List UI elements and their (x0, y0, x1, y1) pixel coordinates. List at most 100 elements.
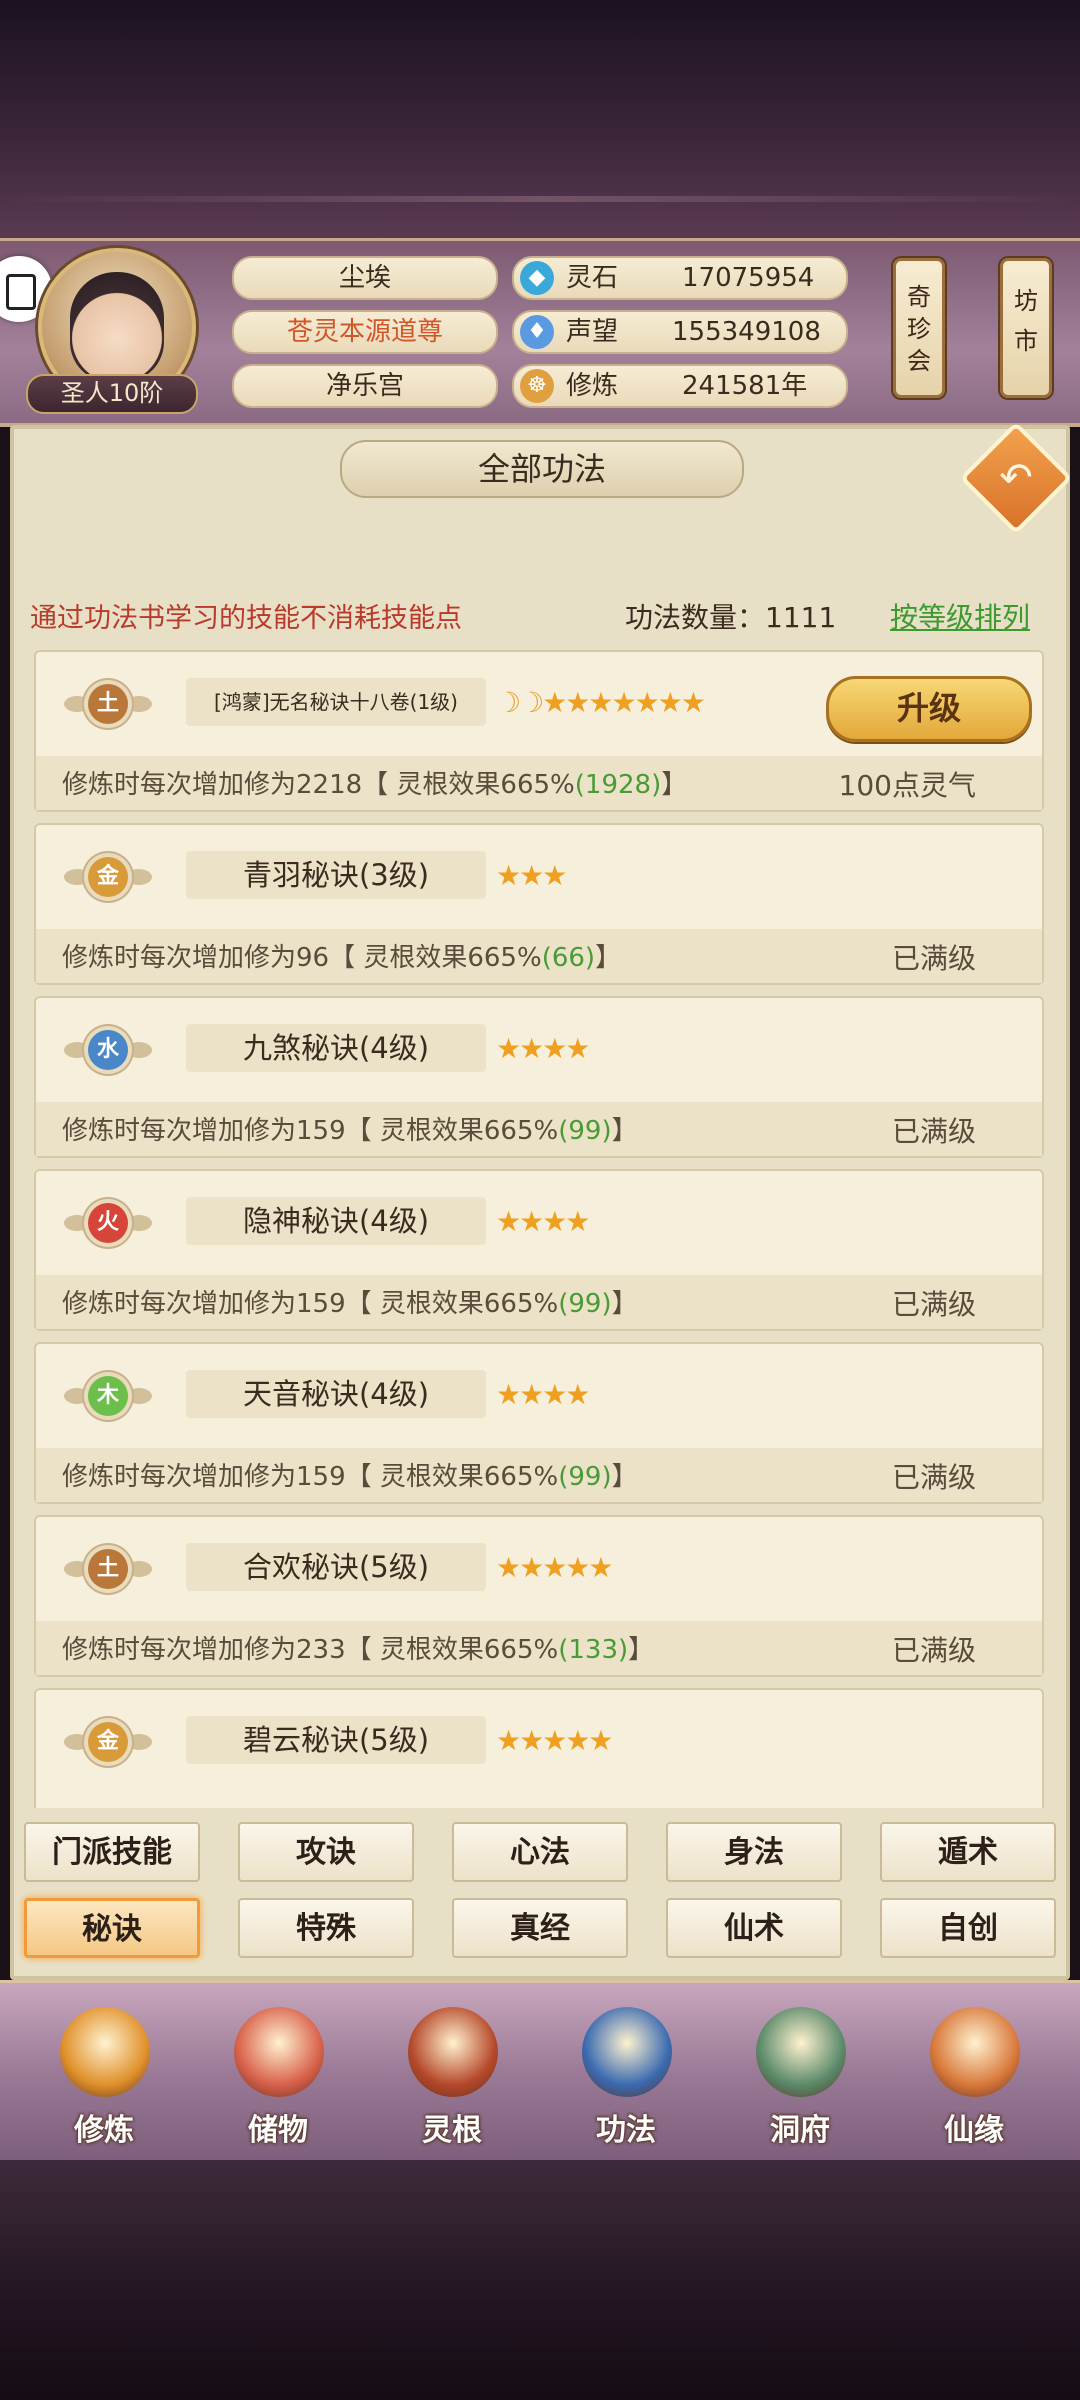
badge-wing-left (64, 1042, 90, 1058)
star-rating: ★★★★ (496, 1378, 590, 1411)
star-rating: ★★★ (496, 859, 567, 892)
spirit-root-icon (408, 2007, 498, 2097)
tab-1[interactable]: 门派技能 (24, 1822, 200, 1882)
tab-6[interactable]: 秘诀 (24, 1898, 200, 1958)
category-tabs: 门派技能 攻诀 心法 身法 遁术秘诀 特殊 真经 仙术 自创 (24, 1822, 1064, 1974)
nav-label: 灵根 (422, 2113, 482, 2148)
skill-name: [鸿蒙]无名秘诀十八卷(1级) (186, 678, 486, 726)
element-icon: 土 (88, 1549, 128, 1589)
element-badge: 金 (64, 1716, 152, 1774)
skill-count: 功法数量：1111 (625, 601, 837, 634)
skill-card[interactable]: 水 九煞秘诀(4级) ★★★★ 修炼时每次增加修为159【 灵根效果665%(99)】… (34, 996, 1044, 1158)
nav-item-4[interactable]: 功法 (556, 1993, 696, 2161)
star-rating: ★★★★★★★ (542, 686, 706, 719)
skill-name: 合欢秘诀(5级) (186, 1543, 486, 1591)
bag-icon (234, 2007, 324, 2097)
effect-value: (1928) (574, 770, 662, 800)
skill-desc-row: 修炼时每次增加修为159【 灵根效果665%(99)】 已满级 (36, 1102, 1042, 1156)
nav-item-6[interactable]: 仙缘 (904, 1993, 1044, 2161)
element-icon: 金 (88, 857, 128, 897)
skill-name: 九煞秘诀(4级) (186, 1024, 486, 1072)
effect-value: (66) (541, 943, 596, 973)
monk-icon (60, 2007, 150, 2097)
cave-house-icon (756, 2007, 846, 2097)
sort-by-level-link[interactable]: 按等级排列 (890, 596, 1030, 636)
skill-desc-row: 修炼时每次增加修为159【 灵根效果665%(99)】 已满级 (36, 1448, 1042, 1502)
skill-card[interactable]: 木 天音秘诀(4级) ★★★★ 修炼时每次增加修为159【 灵根效果665%(99)】… (34, 1342, 1044, 1504)
nav-label: 修炼 (74, 2113, 134, 2148)
badge-wing-right (126, 1734, 152, 1750)
tab-7[interactable]: 特殊 (238, 1898, 414, 1958)
element-badge: 土 (64, 1543, 152, 1601)
skill-card[interactable]: 火 隐神秘诀(4级) ★★★★ 修炼时每次增加修为159【 灵根效果665%(99)】… (34, 1169, 1044, 1331)
book-icon (582, 2007, 672, 2097)
skill-list[interactable]: 土 [鸿蒙]无名秘诀十八卷(1级) ☽☽★★★★★★★ 升级 修炼时每次增加修为2218… (34, 650, 1046, 1808)
skill-name: 青羽秘诀(3级) (186, 851, 486, 899)
skill-card[interactable]: 土 合欢秘诀(5级) ★★★★★ 修炼时每次增加修为233【 灵根效果665%(133… (34, 1515, 1044, 1677)
skill-stars: ★★★ (496, 859, 567, 892)
tab-9[interactable]: 仙术 (666, 1898, 842, 1958)
badge-wing-left (64, 1561, 90, 1577)
skill-card[interactable]: 金 碧云秘诀(5级) ★★★★★ (34, 1688, 1044, 1808)
skill-card[interactable]: 土 [鸿蒙]无名秘诀十八卷(1级) ☽☽★★★★★★★ 升级 修炼时每次增加修为2218… (34, 650, 1044, 812)
skill-desc-row: 修炼时每次增加修为96【 灵根效果665%(66)】 已满级 (36, 929, 1042, 983)
tab-10[interactable]: 自创 (880, 1898, 1056, 1958)
back-arrow-icon: ↶ (999, 455, 1033, 501)
star-rating: ★★★★★ (496, 1551, 614, 1584)
badge-wing-right (126, 1215, 152, 1231)
skill-stars: ★★★★★ (496, 1724, 614, 1757)
badge-wing-right (126, 1561, 152, 1577)
skill-status: 100点灵气 (838, 769, 976, 802)
market-button[interactable]: 坊市 (1000, 258, 1052, 398)
skill-description: 修炼时每次增加修为96【 灵根效果665%(66)】 (62, 943, 622, 973)
nav-item-1[interactable]: 修炼 (34, 1993, 174, 2161)
skill-description: 修炼时每次增加修为159【 灵根效果665%(99)】 (62, 1116, 638, 1146)
skill-description: 修炼时每次增加修为159【 灵根效果665%(99)】 (62, 1289, 638, 1319)
nav-item-2[interactable]: 储物 (208, 1993, 348, 2161)
skill-card[interactable]: 金 青羽秘诀(3级) ★★★ 修炼时每次增加修为96【 灵根效果665%(66)】 已满… (34, 823, 1044, 985)
player-name: 尘埃 (232, 256, 498, 300)
market-label: 坊市 (1014, 287, 1038, 355)
tab-5[interactable]: 遁术 (880, 1822, 1056, 1882)
element-badge: 水 (64, 1024, 152, 1082)
nav-item-3[interactable]: 灵根 (382, 1993, 522, 2161)
effect-value: (99) (558, 1289, 612, 1319)
element-badge: 土 (64, 678, 152, 736)
skill-status: 已满级 (891, 1288, 976, 1321)
skill-status: 已满级 (891, 1115, 976, 1148)
skill-name: 隐神秘诀(4级) (186, 1197, 486, 1245)
element-icon: 土 (88, 684, 128, 724)
nav-item-5[interactable]: 洞府 (730, 1993, 870, 2161)
skill-desc-row: 修炼时每次增加修为233【 灵根效果665%(133)】 已满级 (36, 1621, 1042, 1675)
nav-label: 洞府 (770, 2113, 830, 2148)
tab-8[interactable]: 真经 (452, 1898, 628, 1958)
skill-stars: ★★★★ (496, 1205, 590, 1238)
skill-status: 已满级 (891, 1634, 976, 1667)
nav-label: 储物 (248, 2113, 308, 2148)
cultivation-icon: ☸ (520, 369, 554, 403)
tab-2[interactable]: 攻诀 (238, 1822, 414, 1882)
player-sect: 净乐宫 (232, 364, 498, 408)
tab-4[interactable]: 身法 (666, 1822, 842, 1882)
panel-title: 全部功法 (340, 440, 744, 498)
rank-badge: 圣人10阶 (26, 374, 198, 414)
element-icon: 水 (88, 1030, 128, 1070)
badge-wing-right (126, 696, 152, 712)
top-ornament (0, 196, 1080, 202)
skill-stars: ★★★★ (496, 1378, 590, 1411)
bottom-backdrop (0, 2160, 1080, 2400)
effect-value: (99) (558, 1462, 612, 1492)
effect-value: (133) (558, 1635, 629, 1665)
badge-wing-right (126, 1388, 152, 1404)
tab-3[interactable]: 心法 (452, 1822, 628, 1882)
stat-spirit-stone: ◆ 灵石 17075954 (512, 256, 848, 300)
gourd-icon (930, 2007, 1020, 2097)
stat-cultivation: ☸ 修炼 241581年 (512, 364, 848, 408)
upgrade-button[interactable]: 升级 (826, 676, 1032, 742)
skill-status: 已满级 (891, 1461, 976, 1494)
spirit-stone-icon: ◆ (520, 261, 554, 295)
moon-rating: ☽☽ (496, 686, 544, 719)
element-icon: 金 (88, 1722, 128, 1762)
badge-wing-right (126, 1042, 152, 1058)
treasure-fair-button[interactable]: 奇珍会 (893, 258, 945, 398)
